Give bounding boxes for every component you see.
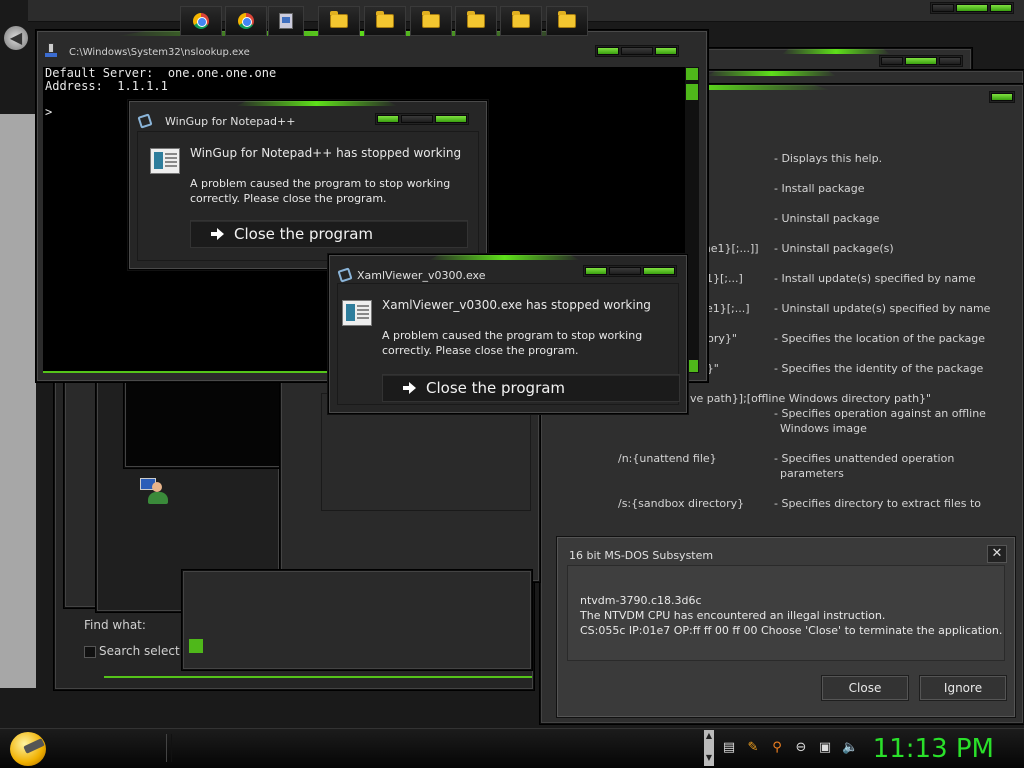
error-message-2: correctly. Please close the program.: [382, 344, 579, 357]
accent-line: [104, 676, 532, 678]
console-line: Address: 1.1.1.1: [45, 79, 168, 93]
taskbar-folder-6[interactable]: [546, 6, 588, 36]
pencil-icon[interactable]: ✎: [746, 741, 760, 755]
help-row-left: 1}[;...]: [706, 272, 743, 285]
search-icon[interactable]: ⚲: [770, 741, 784, 755]
help-row: - Install package: [774, 182, 865, 195]
error-message-1: A problem caused the program to stop wor…: [190, 177, 451, 190]
taskbar-clock[interactable]: 11:13 PM: [873, 734, 994, 764]
ignore-button[interactable]: Ignore: [919, 675, 1007, 701]
close-program-button[interactable]: Close the program: [382, 374, 680, 402]
ntvdm-error-dialog[interactable]: 16 bit MS-DOS Subsystem ✕ ntvdm-3790.c18…: [556, 536, 1016, 718]
close-program-label: Close the program: [426, 379, 566, 397]
close-program-label: Close the program: [234, 225, 374, 243]
ntvdm-message-1: ntvdm-3790.c18.3d6c: [580, 594, 702, 607]
help-offline-line: ve path}];[offline Windows directory pat…: [690, 392, 932, 405]
taskbar-chrome-1[interactable]: [180, 6, 222, 36]
ntvdm-message-3: CS:055c IP:01e7 OP:ff ff 00 ff 00 Choose…: [580, 624, 1003, 637]
console-app-icon: [45, 43, 57, 59]
taskbar-separator: [166, 734, 172, 762]
close-icon[interactable]: ✕: [987, 545, 1007, 563]
help-row-left: me1}[;...]]: [700, 242, 759, 255]
dialog-title: WinGup for Notepad++: [165, 115, 296, 128]
folder-icon: [467, 11, 485, 28]
left-gray-panel: [0, 114, 36, 688]
wingup-error-dialog[interactable]: WinGup for Notepad++ WinGup for Notepad+…: [128, 100, 488, 270]
bg-window-h: [182, 570, 532, 670]
error-message-2: correctly. Please close the program.: [190, 192, 387, 205]
close-button[interactable]: Close: [821, 675, 909, 701]
ntvdm-message-2: The NTVDM CPU has encountered an illegal…: [580, 609, 886, 622]
top-window-controls[interactable]: [930, 2, 1014, 14]
taskbar-chrome-2[interactable]: [225, 6, 267, 36]
help-offline-desc: - Specifies operation against an offline: [774, 407, 986, 420]
folder-icon: [512, 11, 530, 28]
scroll-thumb[interactable]: [686, 84, 698, 100]
error-document-icon: [150, 148, 180, 174]
app-icon: [279, 13, 293, 29]
search-selection-label: Search select: [99, 644, 180, 658]
taskbar-folder-4[interactable]: [455, 6, 497, 36]
help-sandbox: /s:{sandbox directory}: [618, 497, 745, 510]
taskbar-app[interactable]: [268, 6, 304, 36]
help-row: - Uninstall package: [774, 212, 880, 225]
wingup-app-icon: [137, 112, 153, 129]
search-selection-checkbox[interactable]: [84, 646, 96, 658]
network-tools-icon[interactable]: ▤: [722, 741, 736, 755]
arrow-right-icon: [403, 382, 416, 394]
close-program-button[interactable]: Close the program: [190, 220, 468, 248]
window-controls[interactable]: [595, 45, 679, 57]
error-message-1: A problem caused the program to stop wor…: [382, 329, 643, 342]
help-unattend-desc2: parameters: [780, 467, 844, 480]
window-controls[interactable]: [879, 55, 963, 67]
arrow-right-icon: [211, 228, 224, 240]
folder-icon: [376, 11, 394, 28]
help-unattend: /n:{unattend file}: [618, 452, 717, 465]
help-row: - Specifies the identity of the package: [774, 362, 984, 375]
start-orb-icon[interactable]: [8, 728, 50, 768]
help-row: - Uninstall update(s) specified by name: [774, 302, 991, 315]
taskbar: [0, 728, 1024, 768]
taskbar-folder-2[interactable]: [364, 6, 406, 36]
console-title: C:\Windows\System32\nslookup.exe: [69, 47, 250, 58]
taskbar-folder-5[interactable]: [500, 6, 542, 36]
chrome-icon: [238, 13, 254, 29]
help-sandbox-desc: - Specifies directory to extract files t…: [774, 497, 982, 510]
help-row: - Displays this help.: [774, 152, 883, 165]
tray-scroll[interactable]: ▲ ▼: [704, 730, 714, 766]
folder-icon: [330, 11, 348, 28]
back-arrow-icon[interactable]: ◀: [4, 26, 28, 50]
help-row: - Install update(s) specified by name: [774, 272, 976, 285]
bg-window-f: [124, 372, 284, 468]
volume-icon[interactable]: 🔈: [842, 741, 858, 755]
window-controls[interactable]: [375, 113, 469, 125]
xamlviewer-error-dialog[interactable]: XamlViewer_v0300.exe XamlViewer_v0300.ex…: [328, 254, 688, 414]
find-label: Find what:: [84, 618, 146, 632]
error-heading: WinGup for Notepad++ has stopped working: [190, 146, 462, 160]
error-heading: XamlViewer_v0300.exe has stopped working: [382, 298, 651, 312]
taskbar-folder-1[interactable]: [318, 6, 360, 36]
network-icon[interactable]: ▣: [818, 741, 832, 755]
chevron-down-icon: ▼: [705, 753, 713, 762]
help-offline-desc2: Windows image: [780, 422, 867, 435]
xamlviewer-app-icon: [337, 266, 353, 283]
help-row-left: e1}[;...]: [706, 302, 750, 315]
help-row: - Uninstall package(s): [774, 242, 894, 255]
help-unattend-desc: - Specifies unattended operation: [774, 452, 955, 465]
taskbar-folder-3[interactable]: [410, 6, 452, 36]
scroll-up-button[interactable]: [686, 68, 698, 80]
folder-icon: [558, 11, 576, 28]
dialog-title: XamlViewer_v0300.exe: [357, 269, 486, 282]
chrome-icon: [193, 13, 209, 29]
chevron-up-icon: ▲: [705, 731, 713, 740]
user-icon: [140, 476, 170, 506]
help-row: - Specifies the location of the package: [774, 332, 986, 345]
error-document-icon: [342, 300, 372, 326]
window-controls[interactable]: [583, 265, 677, 277]
folder-icon: [422, 11, 440, 28]
dialog-title: 16 bit MS-DOS Subsystem: [569, 549, 714, 562]
minus-icon[interactable]: ⊖: [794, 741, 808, 755]
